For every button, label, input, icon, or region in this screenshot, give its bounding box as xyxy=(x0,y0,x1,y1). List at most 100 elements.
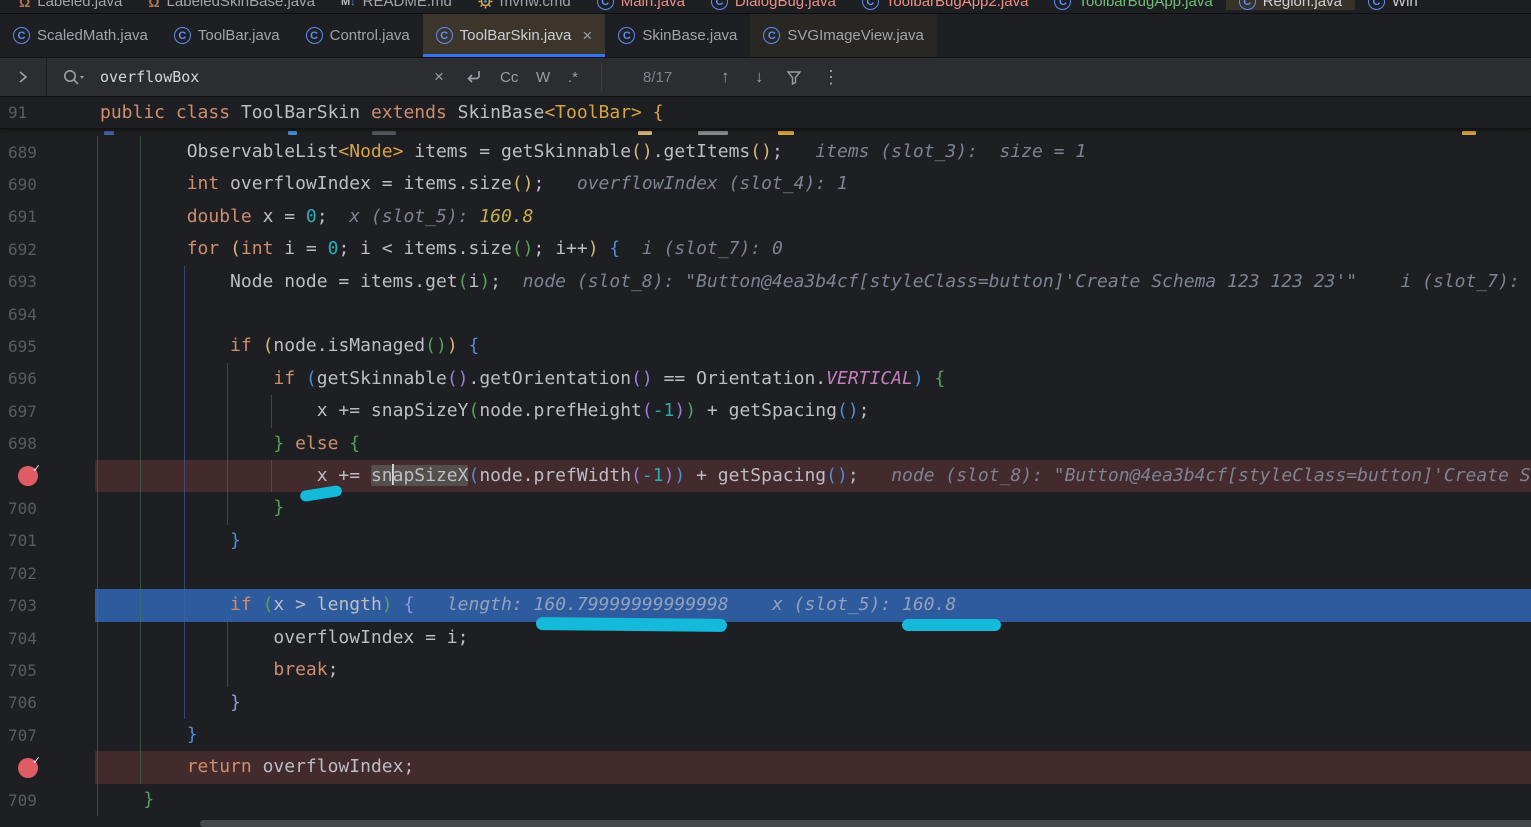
code-text[interactable]: if (getSkinnable().getOrientation() == O… xyxy=(95,363,1531,395)
code-line-703[interactable]: 703 if (x > length) { length: 160.799999… xyxy=(0,589,1531,621)
code-line-700[interactable]: 700 } xyxy=(0,492,1531,524)
line-number: 701 xyxy=(8,531,37,550)
search-input[interactable]: overflowBox xyxy=(100,58,199,96)
code-text[interactable]: return overflowIndex; xyxy=(95,751,1531,783)
code-line-690[interactable]: 690 int overflowIndex = items.size(); ov… xyxy=(0,168,1531,200)
code-line-707[interactable]: 707 } xyxy=(0,719,1531,751)
gutter[interactable]: 689 xyxy=(0,136,95,168)
editor-tab-control-java[interactable]: CControl.java xyxy=(293,14,423,57)
gutter[interactable]: 697 xyxy=(0,395,95,427)
code-line-691[interactable]: 691 double x = 0; x (slot_5): 160.8 xyxy=(0,201,1531,233)
gutter[interactable]: ✓ xyxy=(0,460,95,492)
gutter[interactable]: 693 xyxy=(0,266,95,298)
search-icon[interactable] xyxy=(62,58,86,96)
editor-tab-skinbase-java[interactable]: CSkinBase.java xyxy=(605,14,750,57)
breakpoint-icon[interactable]: ✓ xyxy=(18,758,38,778)
sticky-header[interactable]: 91 public class ToolBarSkin extends Skin… xyxy=(0,97,1531,129)
expand-search-button[interactable] xyxy=(0,58,47,96)
top-tab-mvnw-cmd[interactable]: mvnw.cmd xyxy=(465,0,584,10)
code-text[interactable]: } xyxy=(95,719,1531,751)
editor-tab-scaledmath-java[interactable]: CScaledMath.java xyxy=(0,14,161,57)
gutter[interactable]: 703 xyxy=(0,589,95,621)
breakpoint-icon[interactable]: ✓ xyxy=(18,466,38,486)
line-number: 703 xyxy=(8,596,37,615)
code-text[interactable]: x += snapSizeY(node.prefHeight(-1)) + ge… xyxy=(95,395,1531,427)
code-line-702[interactable]: 702 xyxy=(0,557,1531,589)
code-text[interactable]: } xyxy=(95,784,1531,816)
gutter[interactable]: 691 xyxy=(0,201,95,233)
next-match-icon[interactable]: ↓ xyxy=(755,58,764,96)
code-line-695[interactable]: 695 if (node.isManaged()) { xyxy=(0,330,1531,362)
editor-tab-toolbar-java[interactable]: CToolBar.java xyxy=(161,14,293,57)
code-line-704[interactable]: 704 overflowIndex = i; xyxy=(0,622,1531,654)
code-text[interactable]: int overflowIndex = items.size(); overfl… xyxy=(95,168,1531,200)
code-text[interactable] xyxy=(95,298,1531,330)
gutter[interactable]: 692 xyxy=(0,233,95,265)
code-text[interactable]: break; xyxy=(95,654,1531,686)
code-text[interactable]: } else { xyxy=(95,428,1531,460)
code-line-705[interactable]: 705 break; xyxy=(0,654,1531,686)
top-tab-readme-md[interactable]: M↓README.md xyxy=(328,0,465,10)
code-line-701[interactable]: 701 } xyxy=(0,525,1531,557)
code-text[interactable]: ObservableList<Node> items = getSkinnabl… xyxy=(95,136,1531,168)
whole-words-toggle[interactable]: W xyxy=(536,58,550,96)
tab-label: LabeledSkinBase.java xyxy=(167,0,315,10)
top-tab-toolbarbugapp-java[interactable]: CToolbarBugApp.java xyxy=(1041,0,1225,10)
code-text[interactable]: double x = 0; x (slot_5): 160.8 xyxy=(95,201,1531,233)
gutter[interactable]: 702 xyxy=(0,557,95,589)
top-tab-dialogbug-java[interactable]: CDialogBug.java xyxy=(698,0,849,10)
gutter[interactable]: 706 xyxy=(0,687,95,719)
code-line-689[interactable]: 689 ObservableList<Node> items = getSkin… xyxy=(0,136,1531,168)
code-line-698[interactable]: 698 } else { xyxy=(0,428,1531,460)
close-tab-icon[interactable]: × xyxy=(582,26,592,46)
gutter[interactable]: 698 xyxy=(0,428,95,460)
gutter[interactable]: 705 xyxy=(0,654,95,686)
code-text[interactable]: } xyxy=(95,687,1531,719)
code-line-694[interactable]: 694 xyxy=(0,298,1531,330)
top-tab-win[interactable]: CWin xyxy=(1355,0,1431,10)
top-tab-labeled-java[interactable]: ΩLabeled.java xyxy=(6,0,135,10)
code-line-693[interactable]: 693 Node node = items.get(i); node (slot… xyxy=(0,266,1531,298)
code-line-696[interactable]: 696 if (getSkinnable().getOrientation() … xyxy=(0,363,1531,395)
code-line-697[interactable]: 697 x += snapSizeY(node.prefHeight(-1)) … xyxy=(0,395,1531,427)
code-line-706[interactable]: 706 } xyxy=(0,687,1531,719)
gutter[interactable]: 707 xyxy=(0,719,95,751)
top-tab-region-java[interactable]: CRegion.java xyxy=(1226,0,1355,10)
clipped-line-strip xyxy=(0,129,1531,136)
newline-icon[interactable] xyxy=(464,58,484,96)
gutter[interactable]: 694 xyxy=(0,298,95,330)
more-options-icon[interactable]: ⋮ xyxy=(822,58,840,96)
regex-toggle[interactable]: .* xyxy=(568,58,578,96)
gutter[interactable]: 695 xyxy=(0,330,95,362)
gutter[interactable]: 704 xyxy=(0,622,95,654)
code-line-708[interactable]: ✓ return overflowIndex; xyxy=(0,751,1531,783)
code-text[interactable]: x += snapSizeX(node.prefWidth(-1)) + get… xyxy=(95,460,1531,492)
horizontal-scrollbar[interactable] xyxy=(200,820,1531,827)
top-tab-labeledskinbase-java[interactable]: ΩLabeledSkinBase.java xyxy=(135,0,328,10)
code-text[interactable]: overflowIndex = i; xyxy=(95,622,1531,654)
code-line-699[interactable]: ✓ x += snapSizeX(node.prefWidth(-1)) + g… xyxy=(0,460,1531,492)
editor-tab-toolbarskin-java[interactable]: CToolBarSkin.java× xyxy=(423,14,606,57)
code-text[interactable]: if (node.isManaged()) { xyxy=(95,330,1531,362)
editor-tab-svgimageview-java[interactable]: CSVGImageView.java xyxy=(750,14,936,57)
code-text[interactable]: if (x > length) { length: 160.7999999999… xyxy=(95,589,1531,621)
code-text[interactable]: for (int i = 0; i < items.size(); i++) {… xyxy=(95,233,1531,265)
gutter[interactable]: 696 xyxy=(0,363,95,395)
code-line-692[interactable]: 692 for (int i = 0; i < items.size(); i+… xyxy=(0,233,1531,265)
filter-icon[interactable] xyxy=(786,58,802,96)
previous-match-icon[interactable]: ↑ xyxy=(721,58,730,96)
match-case-toggle[interactable]: Cc xyxy=(500,58,518,96)
top-tab-main-java[interactable]: CMain.java xyxy=(584,0,698,10)
gutter[interactable]: 690 xyxy=(0,168,95,200)
top-tab-toolbarbugapp2-java[interactable]: CToolbarBugApp2.java xyxy=(849,0,1042,10)
code-line-709[interactable]: 709 } xyxy=(0,784,1531,816)
clear-search-icon[interactable]: × xyxy=(434,58,444,96)
gutter[interactable]: 709 xyxy=(0,784,95,816)
gutter[interactable]: 700 xyxy=(0,492,95,524)
code-text[interactable]: } xyxy=(95,525,1531,557)
active-tab-underline xyxy=(423,54,606,57)
code-text[interactable]: Node node = items.get(i); node (slot_8):… xyxy=(95,266,1531,298)
gutter[interactable]: ✓ xyxy=(0,751,95,783)
code-text[interactable] xyxy=(95,557,1531,589)
gutter[interactable]: 701 xyxy=(0,525,95,557)
